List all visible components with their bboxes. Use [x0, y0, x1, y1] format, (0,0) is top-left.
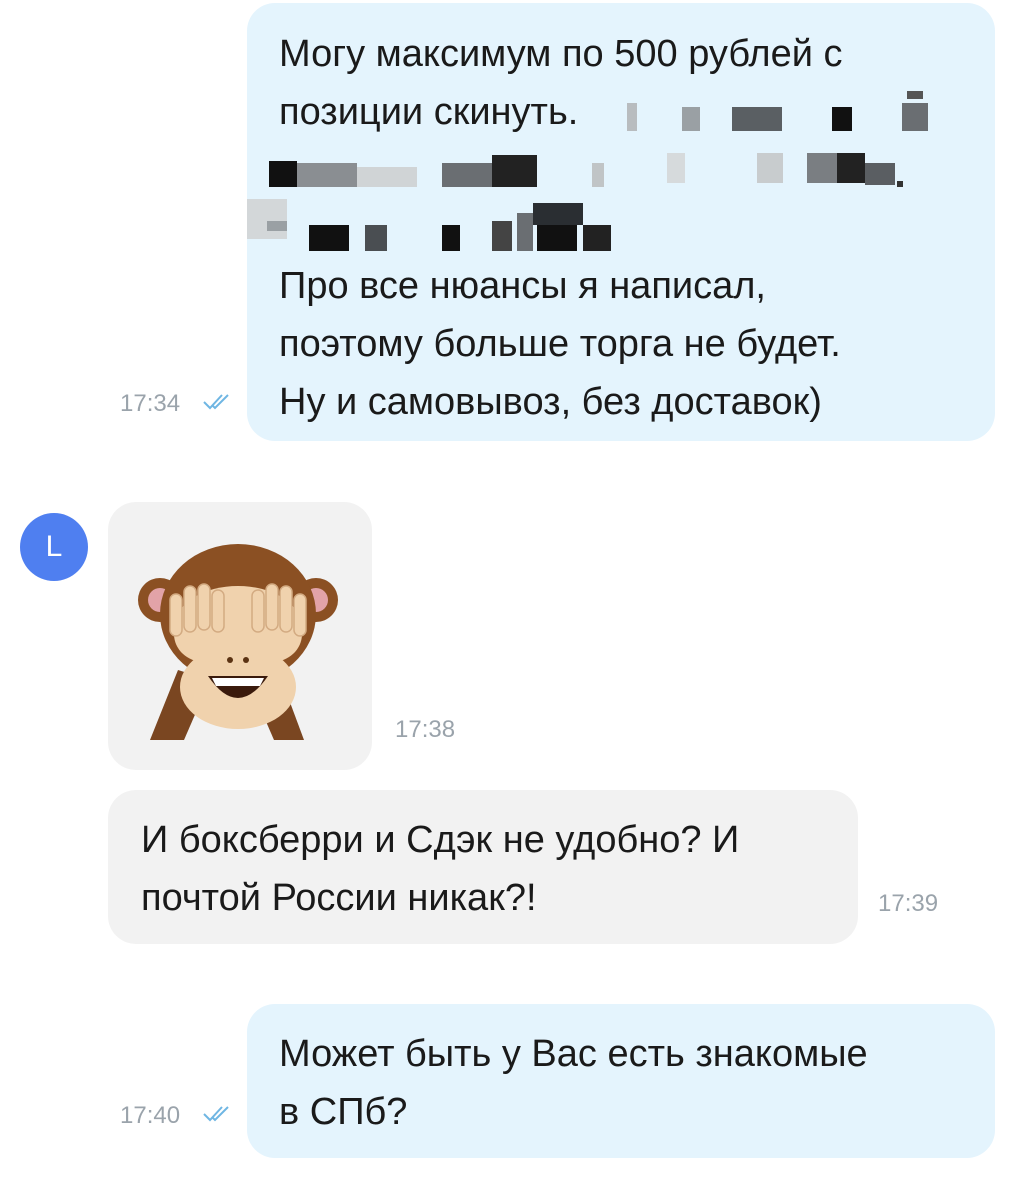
message-text-line: И боксберри и Сдэк не удобно? И	[141, 819, 740, 861]
message-timestamp: 17:38	[395, 716, 456, 743]
incoming-message-bubble[interactable]: И боксберри и Сдэк не удобно? И почтой Р…	[108, 790, 858, 944]
incoming-sticker-bubble[interactable]	[108, 502, 372, 770]
message-timestamp: 17:39	[878, 890, 939, 917]
message-timestamp: 17:34	[120, 390, 181, 417]
chat-thread: Могу максимум по 500 рублей с позиции ск…	[0, 0, 1015, 1200]
message-text-line: в СПб?	[279, 1091, 408, 1133]
outgoing-message-bubble[interactable]: Могу максимум по 500 рублей с позиции ск…	[247, 3, 995, 441]
see-no-evil-monkey-icon	[138, 544, 338, 740]
outgoing-message-bubble[interactable]: Может быть у Вас есть знакомые в СПб?	[247, 1004, 995, 1158]
avatar[interactable]: L	[20, 513, 88, 581]
double-check-icon	[203, 394, 229, 410]
double-check-icon	[203, 1106, 229, 1122]
message-timestamp: 17:40	[120, 1102, 181, 1129]
redacted-text-pixelation	[247, 3, 995, 441]
message-text-line: Может быть у Вас есть знакомые	[279, 1033, 868, 1075]
message-text-line: почтой России никак?!	[141, 877, 537, 919]
